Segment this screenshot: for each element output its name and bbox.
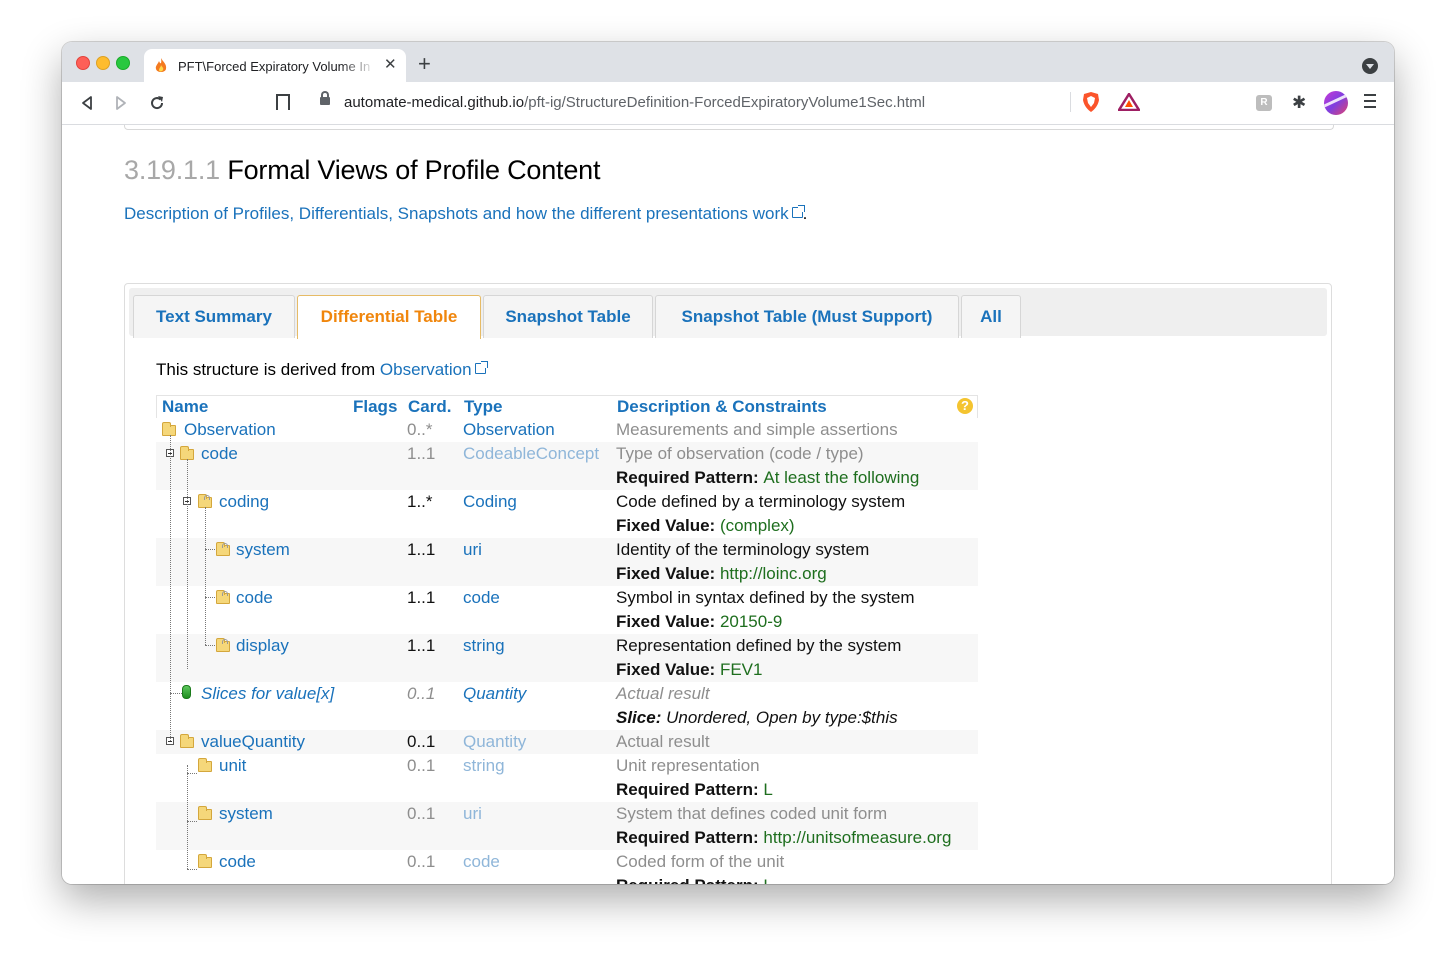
locked-folder-icon xyxy=(216,638,230,652)
minimize-window-button[interactable] xyxy=(96,56,110,70)
presentations-description: Description of Profiles, Differentials, … xyxy=(124,204,808,223)
table-row: code 1..1 code Symbol in syntax defined … xyxy=(156,586,978,634)
puzzle-icon[interactable]: ✱ xyxy=(1292,94,1306,112)
table-row: system 1..1 uri Identity of the terminol… xyxy=(156,538,978,586)
external-link-icon xyxy=(474,361,488,374)
table-row: Observation 0..* Observation Measurement… xyxy=(156,418,978,442)
folder-icon xyxy=(180,734,194,748)
observation-link[interactable]: Observation xyxy=(380,360,472,379)
locked-folder-icon xyxy=(216,590,230,604)
tab-all[interactable]: All xyxy=(961,295,1021,338)
views-tabbar: Text Summary Differential Table Snapshot… xyxy=(129,288,1327,339)
section-heading: 3.19.1.1 Formal Views of Profile Content xyxy=(124,155,601,185)
close-window-button[interactable] xyxy=(76,56,90,70)
table-row: system 0..1 uri System that defines code… xyxy=(156,802,978,850)
page-content: 3.19.1.1 Formal Views of Profile Content… xyxy=(62,125,1394,884)
bat-rewards-icon[interactable] xyxy=(1118,93,1140,111)
folder-icon xyxy=(162,422,176,436)
bookmark-icon[interactable] xyxy=(276,94,290,115)
lock-icon[interactable] xyxy=(320,91,330,105)
presentations-link[interactable]: Description of Profiles, Differentials, … xyxy=(124,204,789,223)
address-bar[interactable]: automate-medical.github.io/pft-ig/Struct… xyxy=(344,94,925,111)
tab-search-icon[interactable] xyxy=(1362,58,1378,74)
external-link-icon xyxy=(791,205,805,218)
browser-window: PFT\Forced Expiratory Volume In 1 Second… xyxy=(62,42,1394,884)
table-row: Slices for value[x] 0..1 Quantity Actual… xyxy=(156,682,978,730)
extension-r-icon[interactable]: R xyxy=(1256,95,1272,111)
slices-icon xyxy=(182,685,191,699)
table-row: display 1..1 string Representation defin… xyxy=(156,634,978,682)
zoom-window-button[interactable] xyxy=(116,56,130,70)
new-tab-icon[interactable]: + xyxy=(418,53,431,75)
locked-folder-icon xyxy=(216,542,230,556)
forward-icon[interactable] xyxy=(114,95,128,111)
menu-icon[interactable] xyxy=(1364,94,1376,112)
table-header: Name Flags Card. Type Description & Cons… xyxy=(156,395,978,418)
table-row: code 0..1 code Coded form of the unit Re… xyxy=(156,850,978,884)
table-row: code 1..1 CodeableConcept Type of observ… xyxy=(156,442,978,490)
tab-text-summary[interactable]: Text Summary xyxy=(133,295,295,338)
derived-from-text: This structure is derived from Observati… xyxy=(156,360,488,380)
profile-avatar[interactable] xyxy=(1324,91,1348,115)
tab-snapshot-must-support[interactable]: Snapshot Table (Must Support) xyxy=(655,295,959,338)
flame-favicon-icon xyxy=(155,58,167,72)
help-icon[interactable]: ? xyxy=(957,398,973,414)
tab-close-icon[interactable]: ✕ xyxy=(384,57,397,73)
differential-table: Name Flags Card. Type Description & Cons… xyxy=(156,395,978,884)
table-row: valueQuantity 0..1 Quantity Actual resul… xyxy=(156,730,978,754)
folder-icon xyxy=(198,854,212,868)
reload-icon[interactable] xyxy=(148,94,166,112)
folder-icon xyxy=(198,758,212,772)
tab-snapshot-table[interactable]: Snapshot Table xyxy=(483,295,653,338)
browser-tab[interactable]: PFT\Forced Expiratory Volume In 1 Second… xyxy=(144,49,406,82)
table-row: unit 0..1 string Unit representation Req… xyxy=(156,754,978,802)
table-row: coding 1..* Coding Code defined by a ter… xyxy=(156,490,978,538)
back-icon[interactable] xyxy=(80,95,94,111)
tab-differential-table[interactable]: Differential Table xyxy=(297,295,481,339)
brave-shield-icon[interactable] xyxy=(1082,92,1100,112)
folder-icon xyxy=(198,806,212,820)
tab-strip: PFT\Forced Expiratory Volume In 1 Second… xyxy=(62,42,1394,82)
